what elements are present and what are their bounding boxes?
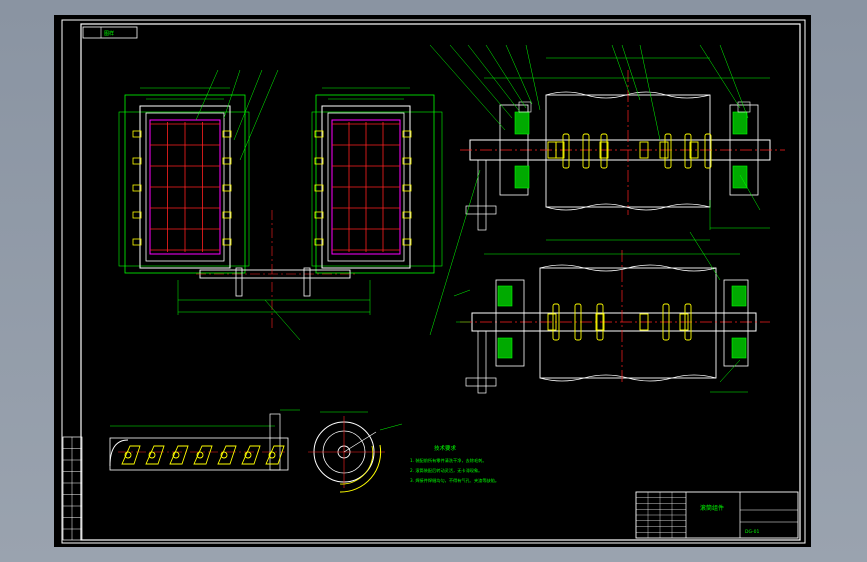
note-item-2: 2. 滚筒装配后转动灵活，无卡滞现象。	[410, 467, 482, 474]
drawing-name: 滚筒组件	[700, 504, 724, 512]
engineering-drawing: 图样 技术要求 1. 装配前所有零件清洗干净，去除毛刺。 2. 滚筒装配后转动灵…	[54, 15, 811, 547]
note-item-1: 1. 装配前所有零件清洗干净，去除毛刺。	[410, 457, 487, 464]
notes-heading: 技术要求	[434, 444, 457, 452]
code-box-label: 图样	[104, 30, 114, 37]
note-item-3: 3. 焊接件焊缝均匀，不得有气孔、夹渣等缺陷。	[410, 477, 499, 484]
drawing-number: DG-01	[745, 529, 759, 535]
cad-viewport: 图样 技术要求 1. 装配前所有零件清洗干净，去除毛刺。 2. 滚筒装配后转动灵…	[0, 0, 867, 562]
